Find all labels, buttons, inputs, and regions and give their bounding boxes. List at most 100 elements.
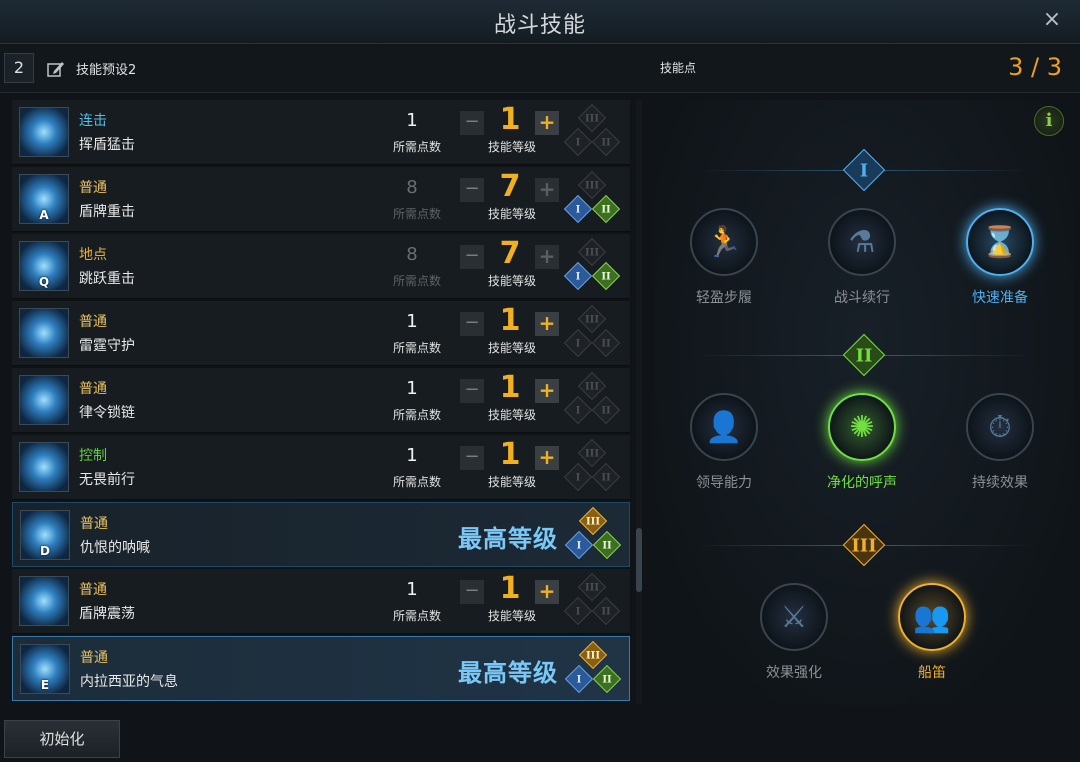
required-points-label: 所需点数 (392, 207, 441, 221)
required-points-label: 所需点数 (392, 408, 441, 422)
hourglass-icon[interactable]: ⌛ (966, 208, 1034, 276)
scrollbar-thumb[interactable] (636, 528, 642, 592)
preset-number[interactable]: 2 (4, 53, 34, 83)
preset-bar: 2 技能预设2 技能点 3 / 3 (0, 45, 1080, 93)
level-plus-button[interactable]: + (535, 111, 559, 135)
tier2-gem-icon: II (591, 194, 621, 224)
tier1-gem-icon: I (563, 395, 593, 425)
level-minus-button[interactable]: − (460, 245, 484, 269)
level-minus-button[interactable]: − (460, 580, 484, 604)
level-plus-button[interactable]: + (535, 580, 559, 604)
tripod-panel: i I 🏃 轻盈步履 ⚗ 战斗续行 ⌛ 快速准备 II 👤 领导能力 ✺ 净化的呼声 ⏱ 持续效果 III ⚔… (654, 100, 1074, 706)
level-minus-button[interactable]: − (460, 178, 484, 202)
tripod-tier-indicator: III I II (563, 237, 621, 294)
person-silhouette-icon[interactable]: 👤 (690, 393, 758, 461)
skill-hotkey: E (40, 678, 50, 692)
window-title: 战斗技能 (493, 13, 586, 38)
tripod-tier-indicator: III I II (564, 640, 622, 697)
skill-name: 盾牌震荡 (79, 606, 135, 622)
edit-icon[interactable] (46, 59, 66, 79)
tier3-gem-icon: III (577, 572, 607, 602)
tier3-gem-icon: III (577, 237, 607, 267)
tier2-gem-icon: II (591, 395, 621, 425)
required-points-value: 1 (406, 445, 418, 466)
level-minus-button[interactable]: − (460, 379, 484, 403)
tripod-label: 效果强化 (766, 665, 822, 681)
skill-name: 内拉西亚的气息 (80, 674, 178, 690)
level-plus-button[interactable]: + (535, 178, 559, 202)
level-minus-button[interactable]: − (460, 111, 484, 135)
potion-flask-icon[interactable]: ⚗ (828, 208, 896, 276)
sword-slash-icon[interactable]: ⚔ (760, 583, 828, 651)
skill-type: 普通 (79, 180, 107, 196)
skill-row[interactable]: 连击 挥盾猛击 1 所需点数 −1 + 技能等级 III I II (12, 100, 630, 165)
skill-type: 控制 (79, 448, 107, 464)
skill-level-value: 7 (499, 236, 521, 271)
tier2-gem-icon: II (592, 664, 622, 694)
skill-row[interactable]: E 普通 内拉西亚的气息 最高等级 III I II (12, 636, 630, 701)
tripod-tier-indicator: III I II (563, 304, 621, 361)
tier3-badge-icon: III (842, 523, 886, 567)
tripod-label: 快速准备 (972, 290, 1028, 306)
skill-name: 雷霆守护 (79, 338, 135, 354)
skill-row[interactable]: A 普通 盾牌重击 8 所需点数 −7 + 技能等级 III I II (12, 167, 630, 232)
tripod-tier-indicator: III I II (563, 170, 621, 227)
level-minus-button[interactable]: − (460, 446, 484, 470)
skill-level-label: 技能等级 (487, 341, 536, 355)
preset-name: 技能预设2 (76, 63, 137, 78)
tier1-badge-icon: I (842, 148, 886, 192)
level-minus-button[interactable]: − (460, 312, 484, 336)
required-points-value: 1 (406, 110, 418, 131)
skill-icon (19, 107, 69, 157)
skill-row[interactable]: 普通 律令锁链 1 所需点数 −1 + 技能等级 III I II (12, 368, 630, 433)
crowd-icon[interactable]: 👥 (898, 583, 966, 651)
tier1-gem-icon: I (563, 127, 593, 157)
info-icon[interactable]: i (1034, 106, 1064, 136)
close-icon[interactable]: × (1040, 8, 1064, 32)
skill-hotkey: A (39, 208, 49, 222)
skill-type: 普通 (79, 582, 107, 598)
tier3-gem-icon: III (577, 371, 607, 401)
skill-row[interactable]: Q 地点 跳跃重击 8 所需点数 −7 + 技能等级 III I II (12, 234, 630, 299)
skill-row[interactable]: 普通 雷霆守护 1 所需点数 −1 + 技能等级 III I II (12, 301, 630, 366)
skill-list-scrollbar[interactable] (636, 100, 642, 704)
tier3-gem-icon: III (577, 438, 607, 468)
skill-type: 普通 (79, 381, 107, 397)
skill-row[interactable]: 控制 无畏前行 1 所需点数 −1 + 技能等级 III I II (12, 435, 630, 500)
level-plus-button[interactable]: + (535, 379, 559, 403)
required-points-label: 所需点数 (392, 475, 441, 489)
reset-button[interactable]: 初始化 (4, 720, 120, 758)
tripod-tier-indicator: III I II (563, 103, 621, 160)
skill-type: 普通 (80, 516, 108, 532)
skill-icon: E (20, 644, 70, 694)
skill-level-label: 技能等级 (487, 609, 536, 623)
required-points-value: 1 (406, 378, 418, 399)
tier2-gem-icon: II (591, 261, 621, 291)
tripod-label: 领导能力 (696, 475, 752, 491)
skill-name: 挥盾猛击 (79, 137, 135, 153)
skill-hotkey: D (40, 544, 50, 558)
skill-icon (19, 442, 69, 492)
level-plus-button[interactable]: + (535, 312, 559, 336)
max-level-text: 最高等级 (458, 659, 558, 687)
title-bar: 战斗技能 × (0, 0, 1080, 44)
required-points-label: 所需点数 (392, 140, 441, 154)
tripod-label: 船笛 (918, 665, 946, 681)
tier2-gem-icon: II (591, 462, 621, 492)
skill-icon (19, 308, 69, 358)
skill-row[interactable]: D 普通 仇恨的呐喊 最高等级 III I II (12, 502, 630, 567)
skill-type: 连击 (79, 113, 107, 129)
skill-level-value: 7 (499, 169, 521, 204)
tier2-badge-icon: II (842, 333, 886, 377)
skill-level-label: 技能等级 (487, 475, 536, 489)
skill-row[interactable]: 普通 盾牌震荡 1 所需点数 −1 + 技能等级 III I II (12, 569, 630, 634)
tier1-gem-icon: I (564, 664, 594, 694)
level-plus-button[interactable]: + (535, 446, 559, 470)
tier2-gem-icon: II (592, 530, 622, 560)
stopwatch-icon[interactable]: ⏱ (966, 393, 1034, 461)
required-points-value: 8 (406, 244, 418, 265)
energy-orb-icon[interactable]: ✺ (828, 393, 896, 461)
running-man-icon[interactable]: 🏃 (690, 208, 758, 276)
level-plus-button[interactable]: + (535, 245, 559, 269)
tripod-tier-indicator: III I II (563, 371, 621, 428)
